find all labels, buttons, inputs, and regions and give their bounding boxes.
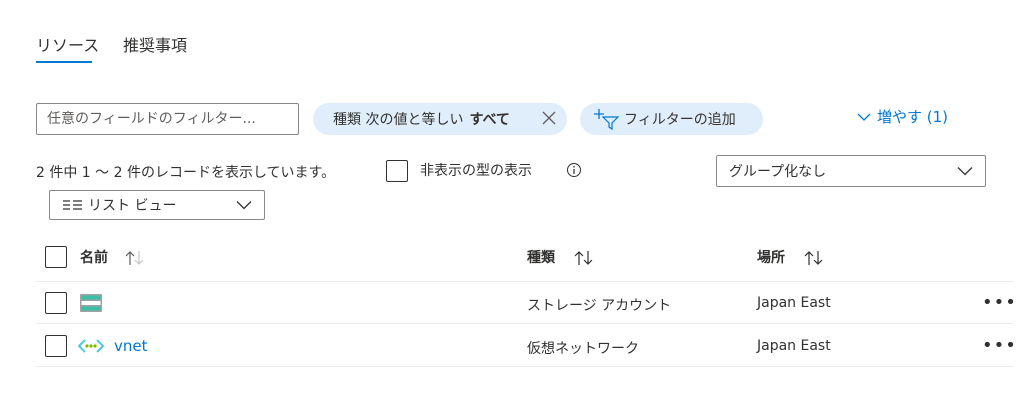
chevron-down-icon: [236, 201, 252, 210]
info-icon[interactable]: [566, 162, 582, 178]
resource-location: Japan East: [757, 295, 831, 311]
show-hidden-types-checkbox[interactable]: [386, 160, 408, 182]
list-view-icon: [63, 200, 82, 210]
filter-input[interactable]: [36, 103, 299, 135]
virtual-network-icon: [78, 339, 104, 353]
chevron-down-icon: [857, 113, 871, 121]
add-filter-label: フィルターの追加: [624, 112, 736, 128]
resource-type: 仮想ネットワーク: [527, 341, 639, 357]
close-icon[interactable]: [541, 110, 557, 126]
type-filter-prefix: 種類 次の値と等しい: [333, 112, 464, 128]
add-filter-button[interactable]: フィルターの追加: [580, 103, 763, 135]
tab-recommendations[interactable]: 推奨事項: [123, 32, 187, 56]
group-by-dropdown[interactable]: グループ化なし: [716, 155, 986, 187]
row-divider: [36, 281, 1013, 282]
row-divider: [36, 323, 1013, 324]
show-hidden-types-label: 非表示の型の表示: [420, 163, 532, 179]
add-filter-icon: [594, 109, 620, 130]
resource-name-link[interactable]: vnet: [114, 337, 148, 355]
column-header-location[interactable]: 場所: [757, 247, 785, 267]
row-checkbox[interactable]: [45, 292, 67, 314]
more-actions-button[interactable]: •••: [982, 294, 1017, 312]
sort-icon[interactable]: [803, 250, 825, 266]
more-actions-button[interactable]: •••: [982, 337, 1017, 355]
chevron-down-icon: [957, 167, 973, 176]
show-more-filters-link[interactable]: 増やす (1): [857, 106, 948, 127]
active-tab-indicator: [36, 61, 92, 63]
column-header-type[interactable]: 種類: [527, 247, 555, 267]
view-mode-value: リスト ビュー: [88, 198, 177, 214]
column-header-name[interactable]: 名前: [80, 247, 108, 267]
view-mode-dropdown[interactable]: リスト ビュー: [49, 190, 265, 220]
group-by-value: グループ化なし: [729, 164, 827, 180]
storage-account-icon: [80, 294, 102, 312]
sort-icon[interactable]: [124, 250, 146, 266]
type-filter-pill[interactable]: 種類 次の値と等しい すべて: [313, 103, 567, 135]
row-divider: [36, 366, 1013, 367]
resource-type: ストレージ アカウント: [527, 298, 672, 314]
show-more-filters-label: 増やす (1): [877, 108, 949, 126]
record-count: 2 件中 1 ～ 2 件のレコードを表示しています。: [36, 165, 336, 181]
row-checkbox[interactable]: [45, 335, 67, 357]
sort-icon[interactable]: [573, 250, 595, 266]
tab-resources[interactable]: リソース: [36, 32, 99, 56]
select-all-checkbox[interactable]: [45, 246, 67, 268]
type-filter-value: すべて: [469, 112, 510, 128]
resource-location: Japan East: [757, 338, 831, 354]
